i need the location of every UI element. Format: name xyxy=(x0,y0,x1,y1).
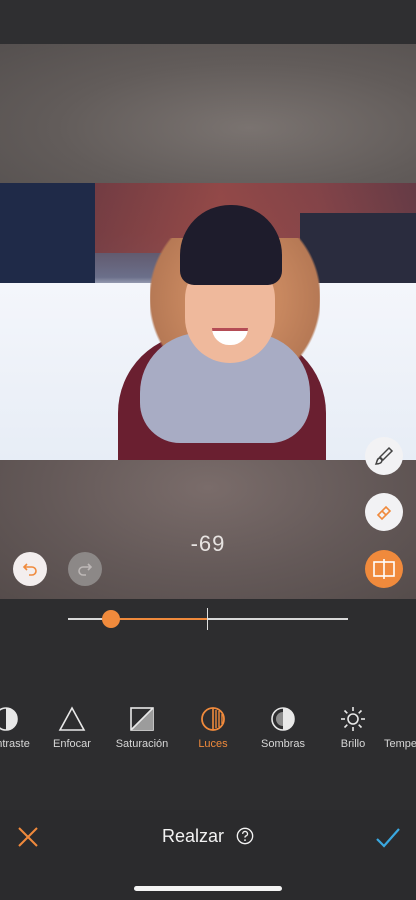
slider-fill xyxy=(111,618,208,620)
screen-title: Realzar xyxy=(161,826,224,846)
eraser-icon xyxy=(376,505,392,521)
tool-focus[interactable]: Enfocar xyxy=(34,700,110,750)
redo-button[interactable] xyxy=(68,552,102,586)
slider-center-mark xyxy=(207,608,208,630)
saturation-icon xyxy=(130,707,154,731)
compare-icon xyxy=(373,559,395,579)
tool-saturation[interactable]: Saturación xyxy=(104,700,180,750)
temperature-icon xyxy=(384,704,414,734)
brush-button[interactable] xyxy=(365,437,403,475)
photo-background-left xyxy=(0,183,95,288)
tool-label: Brillo xyxy=(340,738,366,750)
shadows-icon xyxy=(271,707,295,731)
tool-label: Sombras xyxy=(260,738,306,750)
undo-icon xyxy=(22,563,37,576)
tool-temperature[interactable]: Temperatura xyxy=(384,700,416,750)
contrast-icon xyxy=(0,707,18,731)
blurred-background-bottom xyxy=(0,460,416,599)
blurred-background-top xyxy=(0,44,416,184)
tool-brightness[interactable]: Brillo xyxy=(315,700,391,750)
sun-icon xyxy=(341,707,365,731)
adjustment-value: -69 xyxy=(190,531,226,556)
home-indicator xyxy=(134,886,282,891)
adjustment-slider[interactable] xyxy=(68,605,348,633)
slider-thumb[interactable] xyxy=(102,610,120,628)
tool-shadows[interactable]: Sombras xyxy=(245,700,321,750)
tool-label: Temperatura xyxy=(384,738,416,750)
photo[interactable] xyxy=(0,183,416,460)
undo-button[interactable] xyxy=(13,552,47,586)
brush-icon xyxy=(374,446,394,465)
redo-icon xyxy=(78,563,93,576)
photo-canvas xyxy=(0,44,416,599)
eraser-button[interactable] xyxy=(365,493,403,531)
tool-strip[interactable]: Contraste Enfocar Saturación Luces S xyxy=(0,700,416,760)
help-icon[interactable] xyxy=(236,827,254,845)
tool-label: Enfocar xyxy=(53,738,91,750)
tool-highlights[interactable]: Luces xyxy=(175,700,251,750)
tool-label: Saturación xyxy=(115,738,169,750)
screen-title-wrap: Realzar xyxy=(0,826,416,847)
highlights-icon xyxy=(201,707,225,731)
tool-label: Luces xyxy=(198,738,228,750)
checkmark-icon xyxy=(376,828,400,848)
confirm-button[interactable] xyxy=(374,825,402,851)
triangle-icon xyxy=(58,706,86,731)
top-bar xyxy=(0,0,416,44)
